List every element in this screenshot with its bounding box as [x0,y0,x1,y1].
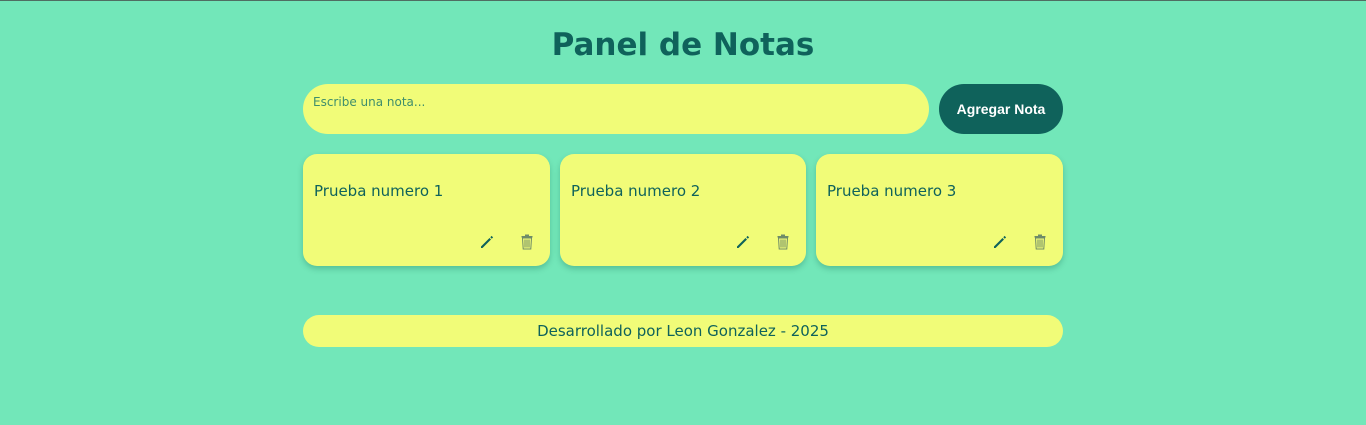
note-text: Prueba numero 2 [571,182,701,200]
notes-grid: Prueba numero 1 Prueba numero 2 Prueba n… [303,154,1063,266]
note-input[interactable] [303,84,929,134]
pencil-icon[interactable] [991,233,1009,251]
pencil-icon[interactable] [734,233,752,251]
note-actions [478,232,536,252]
pencil-icon[interactable] [478,233,496,251]
page-title: Panel de Notas [551,27,815,63]
note-text: Prueba numero 1 [314,182,444,200]
trash-icon[interactable] [774,233,792,251]
note-actions [734,232,792,252]
note-input-row: Agregar Nota [303,84,1063,134]
footer: Desarrollado por Leon Gonzalez - 2025 [303,315,1063,347]
note-actions [991,232,1049,252]
note-text: Prueba numero 3 [827,182,957,200]
add-note-button[interactable]: Agregar Nota [939,84,1063,134]
note-card: Prueba numero 2 [560,154,806,266]
trash-icon[interactable] [518,233,536,251]
trash-icon[interactable] [1031,233,1049,251]
note-card: Prueba numero 1 [303,154,550,266]
note-card: Prueba numero 3 [816,154,1063,266]
